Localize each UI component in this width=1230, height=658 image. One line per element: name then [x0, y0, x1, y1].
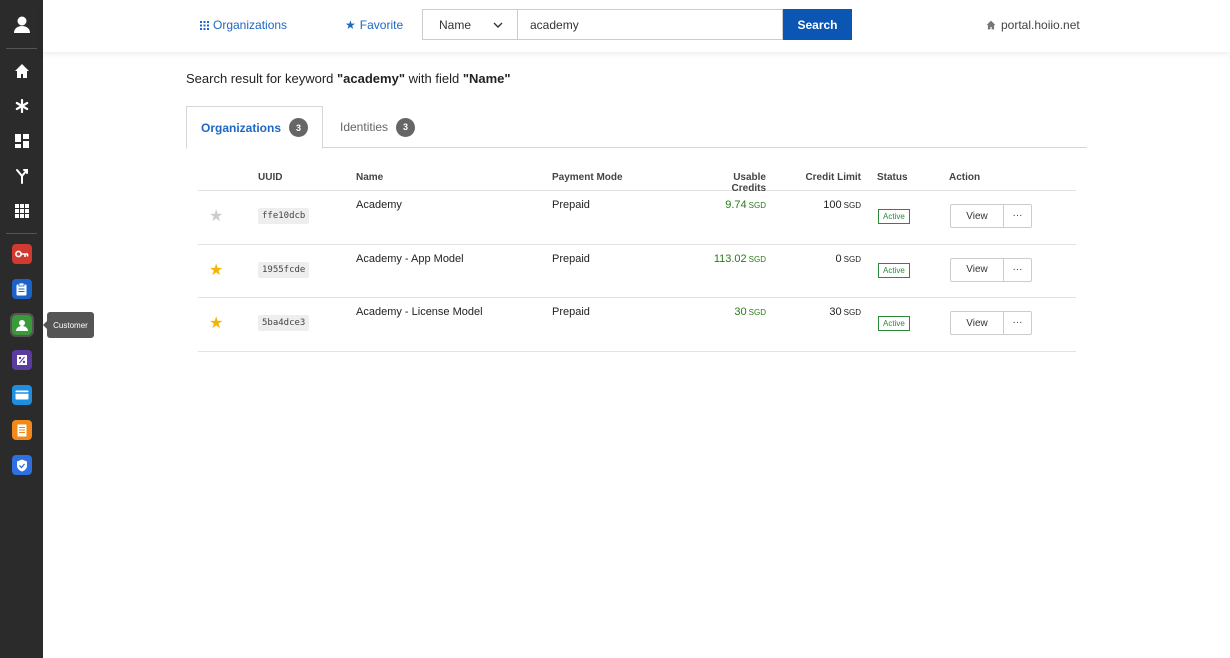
search-result-summary: Search result for keyword "academy" with…	[186, 71, 511, 86]
usable-credits: 30 SGD	[734, 306, 766, 318]
org-name: Academy - App Model	[356, 252, 464, 265]
uuid-code: 5ba4dce3	[258, 315, 310, 331]
home-icon	[986, 20, 996, 30]
search-box: Name Search	[422, 9, 852, 40]
favorite-star-icon[interactable]: ★	[209, 209, 223, 225]
chevron-down-icon	[493, 22, 503, 28]
favorite-link[interactable]: ★ Favorite	[345, 18, 403, 32]
header-credit-limit: Credit Limit	[805, 172, 861, 183]
shield-app-icon[interactable]	[0, 450, 43, 480]
favorite-star-icon[interactable]: ★	[209, 262, 223, 279]
credit-limit: 30 SGD	[829, 306, 861, 318]
more-button[interactable]: ···	[1003, 257, 1032, 282]
key-app-icon[interactable]	[0, 239, 43, 269]
organizations-table: UUID Name Payment Mode Usable Credits Cr…	[198, 164, 1076, 352]
customer-app-icon[interactable]	[0, 310, 43, 340]
fork-icon[interactable]	[0, 161, 43, 191]
receipt-app-icon[interactable]	[0, 415, 43, 445]
payment-mode: Prepaid	[552, 199, 590, 211]
view-button[interactable]: View	[950, 311, 1004, 335]
search-input[interactable]	[518, 9, 783, 40]
org-name: Academy	[356, 199, 402, 211]
tab-identities[interactable]: Identities 3	[340, 106, 416, 148]
credit-limit: 100 SGD	[823, 199, 861, 211]
table-header: UUID Name Payment Mode Usable Credits Cr…	[198, 164, 1076, 194]
organizations-link[interactable]: Organizations	[200, 18, 287, 32]
header-uuid: UUID	[258, 172, 283, 183]
home-icon[interactable]	[0, 56, 43, 86]
uuid-code: 1955fcde	[258, 261, 310, 278]
view-button[interactable]: View	[950, 257, 1004, 282]
field-select[interactable]: Name	[422, 9, 518, 40]
count-badge: 3	[289, 118, 308, 137]
header-status: Status	[877, 172, 908, 183]
sidebar-divider	[6, 233, 37, 234]
payment-mode: Prepaid	[552, 252, 590, 265]
view-button[interactable]: View	[950, 204, 1004, 228]
uuid-code: ffe10dcb	[258, 208, 310, 224]
status-badge: Active	[878, 209, 910, 224]
payment-mode: Prepaid	[552, 306, 590, 318]
apps-grid-icon[interactable]	[0, 196, 43, 226]
more-button[interactable]: ···	[1003, 311, 1032, 335]
asterisk-icon[interactable]	[0, 91, 43, 121]
count-badge: 3	[396, 117, 416, 137]
star-icon: ★	[345, 18, 356, 32]
search-button[interactable]: Search	[783, 9, 852, 40]
table-row: ★ 5ba4dce3 Academy - License Model Prepa…	[198, 298, 1076, 352]
top-bar: Organizations ★ Favorite Name Search por…	[43, 0, 1230, 52]
card-app-icon[interactable]	[0, 380, 43, 410]
header-name: Name	[356, 172, 384, 183]
status-badge: Active	[878, 316, 910, 331]
tab-organizations[interactable]: Organizations 3	[186, 106, 323, 149]
org-name: Academy - License Model	[356, 306, 483, 318]
table-row: ★ 1955fcde Academy - App Model Prepaid 1…	[198, 245, 1076, 298]
customer-tooltip: Customer	[43, 312, 94, 338]
favorite-star-icon[interactable]: ★	[209, 316, 223, 332]
sidebar	[0, 0, 43, 658]
dashboard-icon[interactable]	[0, 126, 43, 156]
sidebar-divider	[6, 48, 37, 49]
credit-limit: 0 SGD	[835, 252, 861, 265]
more-button[interactable]: ···	[1003, 204, 1032, 228]
result-tabs: Organizations 3 Identities 3	[186, 106, 1087, 149]
grid-icon	[200, 20, 209, 30]
clipboard-app-icon[interactable]	[0, 274, 43, 304]
user-avatar-icon[interactable]	[0, 9, 43, 39]
header-payment-mode: Payment Mode	[552, 172, 623, 183]
portal-link[interactable]: portal.hoiio.net	[986, 18, 1080, 32]
percent-app-icon[interactable]	[0, 345, 43, 375]
status-badge: Active	[878, 262, 910, 278]
usable-credits: 9.74 SGD	[725, 199, 766, 211]
header-action: Action	[949, 172, 981, 183]
usable-credits: 113.02 SGD	[713, 252, 766, 265]
table-row: ★ ffe10dcb Academy Prepaid 9.74 SGD 100 SG…	[198, 191, 1076, 245]
